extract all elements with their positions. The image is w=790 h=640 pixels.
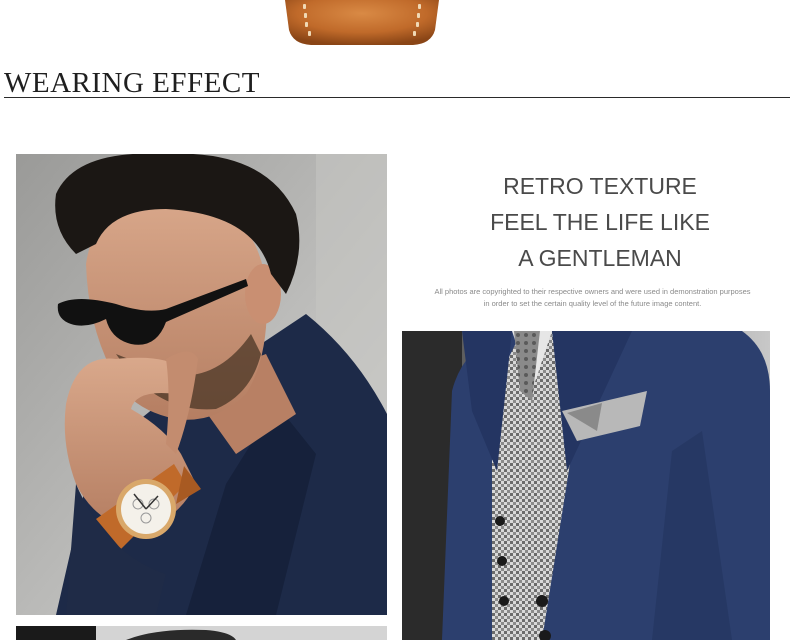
navy-suit-photo <box>402 331 770 640</box>
disclaimer-line-2: in order to set the certain quality leve… <box>483 299 702 308</box>
headline-line-3: A GENTLEMAN <box>518 245 682 271</box>
headline-line-1: RETRO TEXTURE <box>503 173 697 199</box>
copyright-disclaimer: All photos are copyrighted to their resp… <box>415 286 770 310</box>
partial-photo <box>16 626 387 640</box>
headline: RETRO TEXTURE FEEL THE LIFE LIKE A GENTL… <box>430 168 770 276</box>
man-wearing-watch-photo <box>16 154 387 615</box>
section-title: WEARING EFFECT <box>4 67 260 99</box>
leather-strap-image <box>283 0 441 46</box>
headline-line-2: FEEL THE LIFE LIKE <box>490 209 710 235</box>
disclaimer-line-1: All photos are copyrighted to their resp… <box>434 287 751 296</box>
title-divider <box>4 97 790 98</box>
